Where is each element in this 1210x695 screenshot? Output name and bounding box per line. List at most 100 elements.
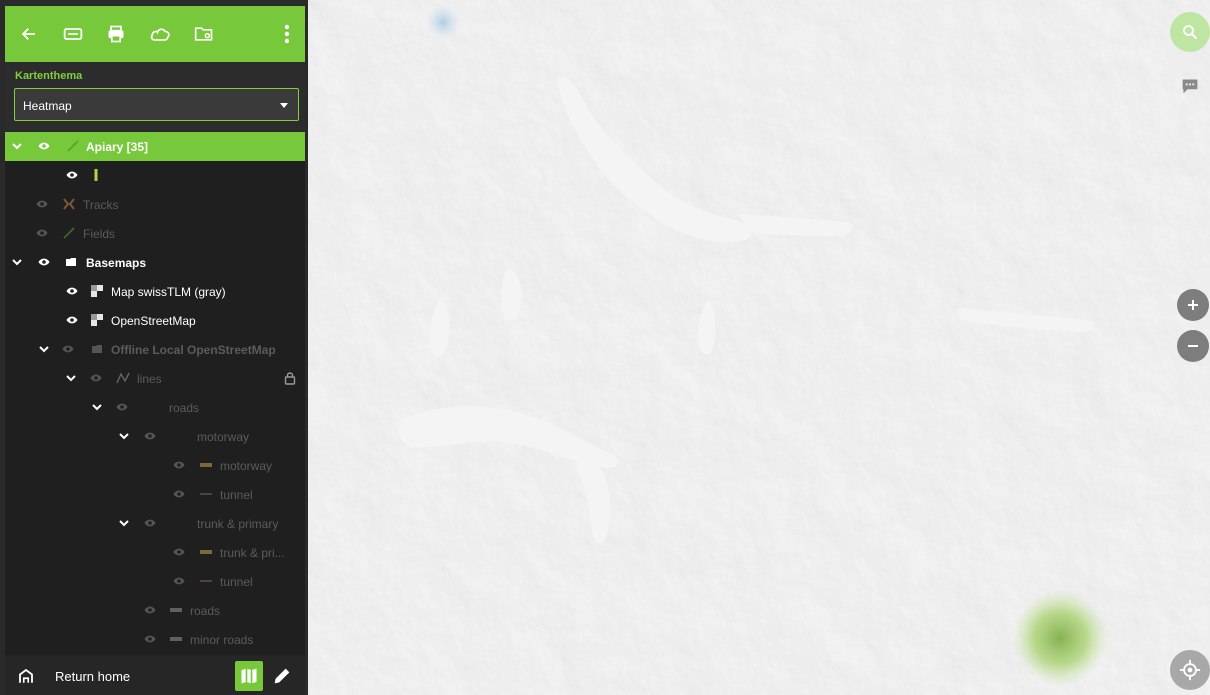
cloud-button[interactable] xyxy=(148,22,172,46)
line-icon xyxy=(63,227,75,239)
tag-icon xyxy=(63,28,83,40)
cloud-icon xyxy=(150,28,170,41)
feedback-button[interactable] xyxy=(1176,72,1204,100)
heatmap-blob xyxy=(1012,590,1108,686)
sidebar-toolbar xyxy=(5,6,305,62)
line-swatch-icon xyxy=(200,580,212,582)
eye-icon[interactable] xyxy=(144,431,156,441)
chevron-down-icon[interactable] xyxy=(10,139,24,153)
layer-label: Fields xyxy=(83,227,116,241)
eye-icon[interactable] xyxy=(144,605,156,615)
minus-icon xyxy=(1188,345,1198,347)
chevron-down-icon[interactable] xyxy=(64,371,78,385)
eye-icon[interactable] xyxy=(173,547,185,557)
eye-icon[interactable] xyxy=(144,518,156,528)
more-vert-icon xyxy=(284,24,290,44)
layer-row-swisstlm[interactable]: Map swissTLM (gray) xyxy=(5,277,305,306)
layer-label: Tracks xyxy=(83,198,119,212)
sidebar-footer: Return home xyxy=(5,655,305,695)
layer-row-trunk-group[interactable]: trunk & primary xyxy=(5,509,305,538)
search-icon xyxy=(1183,25,1197,39)
layer-row-openstreetmap[interactable]: OpenStreetMap xyxy=(5,306,305,335)
zoom-in-button[interactable] xyxy=(1177,289,1209,321)
layer-row-trunk-tunnel[interactable]: tunnel xyxy=(5,567,305,596)
layer-row-motorway-group[interactable]: motorway xyxy=(5,422,305,451)
layer-label: motorway xyxy=(220,459,273,473)
layer-label: trunk & primary xyxy=(197,517,279,531)
layer-row-trunk[interactable]: trunk & pri... xyxy=(5,538,305,567)
locate-me-button[interactable] xyxy=(1170,650,1210,690)
eye-icon[interactable] xyxy=(173,576,185,586)
edit-button[interactable] xyxy=(271,665,293,687)
plus-icon xyxy=(1188,300,1198,310)
chevron-down-icon[interactable] xyxy=(117,516,131,530)
folder-icon xyxy=(92,345,102,353)
eye-icon[interactable] xyxy=(90,373,102,383)
layer-label: trunk & pri... xyxy=(220,546,285,560)
layer-label: OpenStreetMap xyxy=(111,314,196,328)
marker-bar-icon xyxy=(94,169,98,181)
layer-row-apiary[interactable]: Apiary [35] xyxy=(5,132,305,161)
more-options-button[interactable] xyxy=(275,22,299,46)
return-home-button[interactable] xyxy=(17,667,35,685)
map-view-toggle-button[interactable] xyxy=(235,661,263,691)
map-canvas[interactable] xyxy=(308,0,1210,695)
layer-label: roads xyxy=(190,604,221,618)
map-theme-select[interactable]: Heatmap xyxy=(14,88,299,121)
eye-icon[interactable] xyxy=(144,634,156,644)
lock-icon[interactable] xyxy=(284,371,296,385)
layer-row-motorway[interactable]: motorway xyxy=(5,451,305,480)
eye-icon[interactable] xyxy=(66,286,78,296)
layer-row-offline-osm[interactable]: Offline Local OpenStreetMap xyxy=(5,335,305,364)
zoom-out-button[interactable] xyxy=(1177,330,1209,362)
layer-row-roads-group[interactable]: roads xyxy=(5,393,305,422)
chat-bubble-icon xyxy=(1182,79,1198,94)
eye-icon[interactable] xyxy=(38,257,50,267)
line-swatch-icon xyxy=(170,608,182,612)
vector-line-icon xyxy=(116,372,130,384)
chevron-down-icon[interactable] xyxy=(90,400,104,414)
eye-icon[interactable] xyxy=(62,344,74,354)
tile-layer-icon xyxy=(91,285,103,297)
heat-spot-small xyxy=(425,4,461,40)
folder-settings-button[interactable] xyxy=(192,22,216,46)
layer-sidebar: Kartenthema Heatmap Apiary [35] Tracks F… xyxy=(0,0,308,695)
layer-row-motorway-tunnel[interactable]: tunnel xyxy=(5,480,305,509)
layer-row-apiary-points[interactable] xyxy=(5,161,305,190)
map-theme-label: Kartenthema xyxy=(15,70,83,82)
layer-row-minor-roads[interactable]: minor roads xyxy=(5,625,305,654)
line-swatch-icon xyxy=(170,637,182,641)
home-icon xyxy=(19,668,33,683)
eye-icon[interactable] xyxy=(116,402,128,412)
map-view[interactable] xyxy=(308,0,1210,695)
eye-icon[interactable] xyxy=(66,170,78,180)
eye-icon[interactable] xyxy=(173,460,185,470)
eye-icon[interactable] xyxy=(66,315,78,325)
label-button[interactable] xyxy=(61,22,85,46)
map-icon xyxy=(241,668,257,684)
layer-row-lines[interactable]: lines xyxy=(5,364,305,393)
search-button[interactable] xyxy=(1170,12,1210,52)
caret-down-icon xyxy=(280,103,288,108)
layer-label: roads xyxy=(169,401,200,415)
layer-row-basemaps[interactable]: Basemaps xyxy=(5,248,305,277)
back-arrow-icon xyxy=(21,28,35,40)
layer-row-fields[interactable]: Fields xyxy=(5,219,305,248)
print-button[interactable] xyxy=(104,22,128,46)
layer-tree[interactable]: Apiary [35] Tracks Fields Basemaps Map s… xyxy=(5,132,305,655)
return-home-label[interactable]: Return home xyxy=(55,669,130,684)
pencil-icon xyxy=(274,668,290,684)
eye-icon[interactable] xyxy=(173,489,185,499)
eye-icon[interactable] xyxy=(38,141,50,151)
chevron-down-icon[interactable] xyxy=(117,429,131,443)
layer-row-tracks[interactable]: Tracks xyxy=(5,190,305,219)
back-button[interactable] xyxy=(17,22,41,46)
line-icon xyxy=(67,140,79,152)
chevron-down-icon[interactable] xyxy=(37,342,51,356)
layer-row-roads[interactable]: roads xyxy=(5,596,305,625)
print-icon xyxy=(108,25,124,43)
folder-settings-icon xyxy=(194,27,213,41)
chevron-down-icon[interactable] xyxy=(10,255,24,269)
eye-icon[interactable] xyxy=(36,199,48,209)
eye-icon[interactable] xyxy=(36,228,48,238)
